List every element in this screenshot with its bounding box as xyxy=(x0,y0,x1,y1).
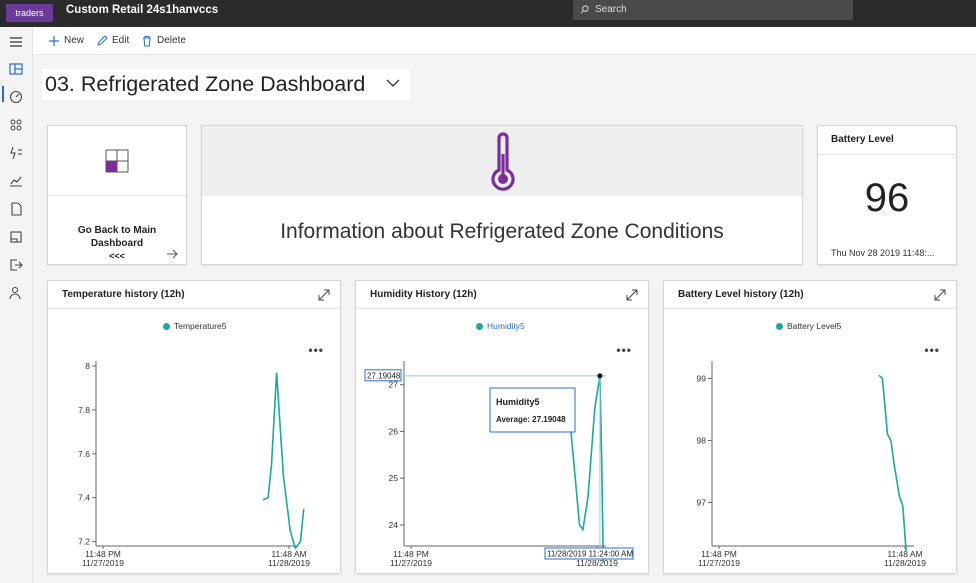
divider xyxy=(48,195,186,196)
y-tick-label: 7.2 xyxy=(78,537,90,547)
y-tick-label: 99 xyxy=(697,373,707,383)
search-placeholder: Search xyxy=(595,4,627,15)
hamburger-menu-icon[interactable] xyxy=(8,34,24,50)
back-to-main-tile[interactable]: Go Back to Main Dashboard <<< xyxy=(47,125,187,265)
back-tile-arrows: <<< xyxy=(109,251,125,261)
analytics-icon[interactable] xyxy=(8,89,24,105)
battery-tile-title: Battery Level xyxy=(818,126,956,155)
battery-timestamp: Thu Nov 28 2019 11:48:... xyxy=(831,248,935,258)
crosshair-time: 11/28/2019 11:24:00 AM xyxy=(547,550,633,559)
tooltip-box xyxy=(489,387,576,433)
search-icon xyxy=(580,5,589,14)
dashboard-icon[interactable] xyxy=(8,61,24,77)
plus-icon xyxy=(49,36,59,46)
y-tick-label: 8 xyxy=(85,361,90,371)
arrow-right-icon xyxy=(167,249,178,259)
y-tick-label: 97 xyxy=(697,498,707,508)
y-tick-label: 7.8 xyxy=(78,405,90,415)
devices-icon[interactable] xyxy=(8,117,24,133)
dashboard-tile-icon xyxy=(105,149,129,173)
y-tick-label: 24 xyxy=(389,520,399,530)
x-tick-label: 11/28/2019 xyxy=(268,558,310,568)
export-icon[interactable] xyxy=(8,257,24,273)
x-tick-label: 11/28/2019 xyxy=(884,558,926,568)
x-tick-label: 11/27/2019 xyxy=(82,558,124,568)
temperature-chart: 87.87.67.47.211:48 PM11/27/201911:48 AM1… xyxy=(78,361,310,568)
x-tick-label: 11/27/2019 xyxy=(390,558,432,568)
toolbar: New Edit Delete xyxy=(33,27,976,55)
delete-button[interactable]: Delete xyxy=(141,34,186,48)
rules-icon[interactable] xyxy=(8,145,24,161)
top-bar: traders Custom Retail 24s1hanvccs Search xyxy=(0,0,976,27)
tooltip-series: Humidity5 xyxy=(496,397,540,407)
x-tick-label: 11/27/2019 xyxy=(698,558,740,568)
series-line xyxy=(262,372,305,550)
trash-icon xyxy=(143,36,151,47)
y-tick-label: 7.6 xyxy=(78,449,90,459)
series-line xyxy=(878,374,907,553)
nav-active-indicator xyxy=(2,86,4,102)
app-logo[interactable]: traders xyxy=(6,4,53,22)
info-tile: Information about Refrigerated Zone Cond… xyxy=(201,125,803,265)
battery-history-tile: Battery Level history (12h) Battery Leve… xyxy=(663,280,957,574)
y-tick-label: 98 xyxy=(697,435,707,445)
series-line xyxy=(570,375,605,563)
dashboard-selector[interactable]: 03. Refrigerated Zone Dashboard xyxy=(42,69,410,100)
chevron-down-icon xyxy=(386,79,400,87)
highlight-point xyxy=(597,373,603,379)
pencil-icon xyxy=(97,35,108,46)
info-tile-text: Information about Refrigerated Zone Cond… xyxy=(280,220,724,243)
y-tick-label: 26 xyxy=(389,426,399,436)
new-button[interactable]: New xyxy=(48,34,84,48)
temperature-history-tile: Temperature history (12h) Temperature5 •… xyxy=(47,280,341,574)
back-tile-label: Go Back to Main Dashboard xyxy=(77,225,157,249)
users-icon[interactable] xyxy=(8,285,24,301)
dashboard-title: 03. Refrigerated Zone Dashboard xyxy=(45,72,366,96)
chart-icon[interactable] xyxy=(8,173,24,189)
battery-chart: 99989711:48 PM11/27/201911:48 AM11/28/20… xyxy=(697,361,926,568)
crosshair-value: 27.19048 xyxy=(367,371,401,380)
thermometer-icon xyxy=(491,132,515,191)
y-tick-label: 7.4 xyxy=(78,493,90,503)
templates-icon[interactable] xyxy=(8,229,24,245)
search-input[interactable]: Search xyxy=(573,0,853,20)
tooltip-text: Average: 27.19048 xyxy=(496,415,566,424)
battery-level-tile: Battery Level 96 Thu Nov 28 2019 11:48:.… xyxy=(817,125,957,265)
humidity-history-tile: Humidity History (12h) Humidity5 ••• 27 2… xyxy=(355,280,649,574)
edit-button[interactable]: Edit xyxy=(96,34,129,48)
battery-value: 96 xyxy=(864,176,910,220)
jobs-icon[interactable] xyxy=(8,201,24,217)
y-tick-label: 25 xyxy=(389,473,399,483)
humidity-chart: 2726252411:48 PM11/27/201911:48 AM11/28/… xyxy=(364,361,634,568)
left-nav xyxy=(0,27,33,583)
app-title: Custom Retail 24s1hanvccs xyxy=(66,4,219,16)
